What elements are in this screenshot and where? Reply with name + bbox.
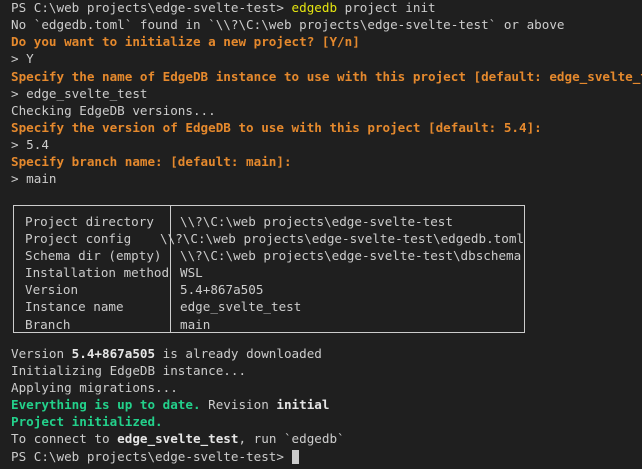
table-row: Schema dir (empty) \\?\C:\web projects\ed… [14, 247, 524, 264]
uptodate-text: Everything is up to date. [11, 397, 201, 413]
table-key: Instance name [25, 299, 124, 315]
uptodate-message: Everything is up to date. Revision initi… [11, 396, 642, 413]
command-name: edgedb [291, 0, 338, 15]
table-value: WSL [180, 265, 203, 281]
project-summary-table: Project directory \\?\C:\web projects\edg… [13, 204, 525, 333]
version-answer: > 5.4 [11, 137, 49, 153]
version-question: Specify the version of EdgeDB to use wit… [11, 119, 542, 135]
text: Revision [200, 397, 277, 413]
table-value: \\?\C:\web projects\edge-svelte-test\dbs… [180, 247, 522, 263]
revision-word: initial [276, 397, 330, 413]
command-line: PS C:\web projects\edge-svelte-test> edg… [11, 0, 642, 16]
text: Version [11, 345, 72, 361]
table-row: Branch main [14, 316, 524, 333]
text: To connect to [11, 431, 118, 447]
connect-message: To connect to edge_svelte_test, run `edg… [11, 430, 642, 447]
initializing-message: Initializing EdgeDB instance... [11, 362, 247, 378]
table-row: Installation method WSL [14, 264, 524, 281]
table-value: \\?\C:\web projects\edge-svelte-test\edg… [160, 230, 524, 246]
text: , run `edgedb` [238, 431, 345, 447]
applying-message: Applying migrations... [11, 379, 178, 395]
initialized-message: Project initialized. [11, 414, 163, 430]
table-value: edge_svelte_test [180, 299, 302, 315]
table-value: main [180, 316, 211, 332]
init-question: Do you want to initialize a new project?… [11, 34, 360, 50]
version-downloaded: Version 5.4+867a505 is already downloade… [11, 345, 642, 362]
table-row: Instance name edge_svelte_test [14, 298, 524, 315]
name-answer: > edge_svelte_test [11, 85, 148, 101]
table-key: Installation method [25, 265, 170, 281]
table-row: Project config \\?\C:\web projects\edge-s… [14, 230, 524, 247]
version-number: 5.4+867a505 [71, 345, 156, 361]
table-value: \\?\C:\web projects\edge-svelte-test [180, 213, 453, 229]
table-key: Version [25, 282, 79, 298]
table-key: Schema dir (empty) [25, 247, 162, 263]
init-answer: > Y [11, 51, 34, 67]
table-key: Branch [25, 316, 71, 332]
branch-answer: > main [11, 171, 57, 187]
final-prompt-line[interactable]: PS C:\web projects\edge-svelte-test> [11, 448, 642, 465]
table-row: Version 5.4+867a505 [14, 281, 524, 298]
table-row: Project directory \\?\C:\web projects\edg… [14, 213, 524, 230]
table-column-divider [170, 205, 171, 332]
command-args: project init [337, 0, 436, 15]
checking-versions: Checking EdgeDB versions... [11, 102, 216, 118]
branch-question: Specify branch name: [default: main]: [11, 154, 292, 170]
prompt: PS C:\web projects\edge-svelte-test> [11, 448, 292, 464]
cursor [291, 449, 299, 464]
table-value: 5.4+867a505 [180, 282, 264, 298]
no-toml-message: No `edgedb.toml` found in `\\?\C:\web pr… [11, 17, 565, 33]
terminal-panel[interactable]: PS C:\web projects\edge-svelte-test> edg… [0, 0, 642, 469]
text: is already downloaded [155, 345, 322, 361]
table-key: Project directory [25, 213, 154, 229]
instance-name: edge_svelte_test [117, 431, 239, 447]
table-key: Project config [25, 230, 132, 246]
prompt: PS C:\web projects\edge-svelte-test> [11, 0, 292, 15]
name-question: Specify the name of EdgeDB instance to u… [11, 68, 642, 84]
